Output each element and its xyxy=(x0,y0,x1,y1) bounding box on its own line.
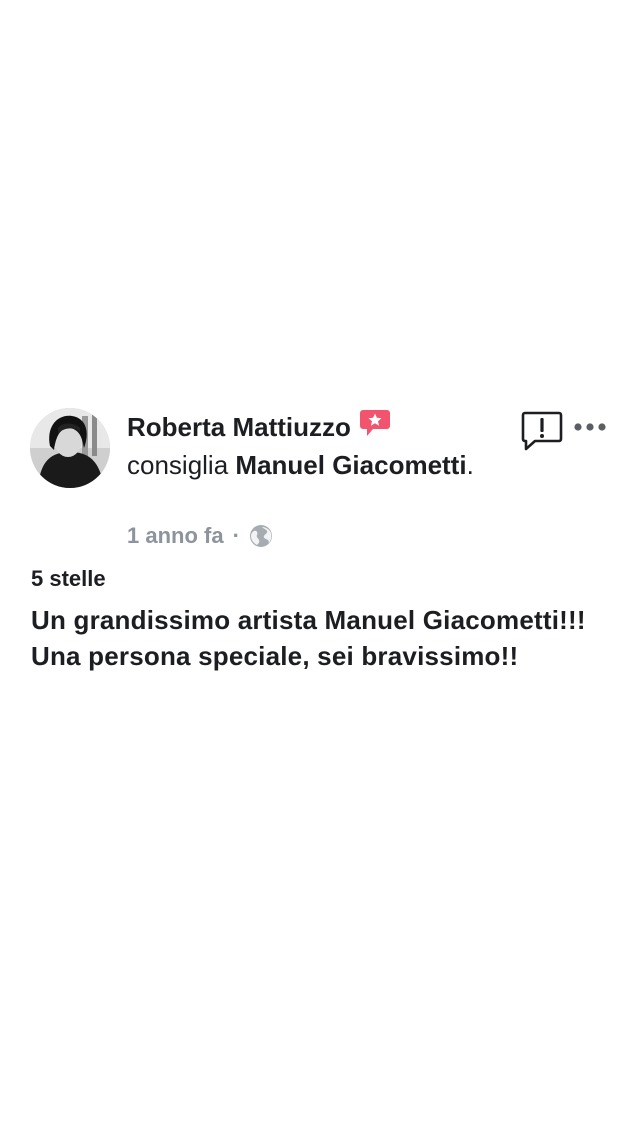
recommendation-star-badge-icon xyxy=(359,408,391,447)
meta-separator: · xyxy=(232,523,240,548)
post-timestamp[interactable]: 1 anno fa xyxy=(127,522,224,550)
sentence-period: . xyxy=(466,450,474,480)
post-header: Roberta Mattiuzzo consiglia Manuel Giaco… xyxy=(127,408,517,483)
recommends-text: consiglia xyxy=(127,450,229,480)
more-options-button[interactable] xyxy=(573,418,609,436)
rating-label: 5 stelle xyxy=(31,566,106,591)
globe-icon xyxy=(249,524,273,548)
avatar[interactable] xyxy=(30,408,110,488)
review-text: Un grandissimo artista Manuel Giacometti… xyxy=(31,605,586,671)
report-alert-icon xyxy=(521,411,563,451)
page-name[interactable]: Manuel Giacometti xyxy=(235,450,466,480)
more-dots-icon xyxy=(574,423,606,431)
post-meta: 1 anno fa · xyxy=(127,522,273,550)
author-name[interactable]: Roberta Mattiuzzo xyxy=(127,412,351,442)
avatar-image xyxy=(30,408,110,488)
report-button[interactable] xyxy=(521,409,563,451)
